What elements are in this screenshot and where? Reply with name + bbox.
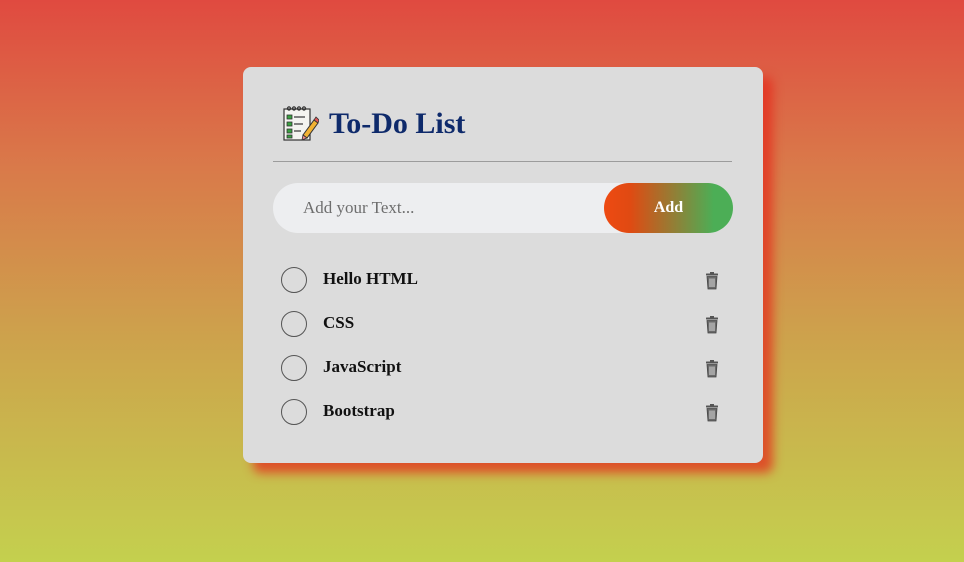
trash-icon[interactable] — [705, 404, 719, 422]
task-list: Hello HTML CSS JavaScript Bootstrap — [281, 267, 727, 443]
task-item: Bootstrap — [281, 399, 727, 443]
todo-card: To-Do List Add Hello HTML CSS — [243, 67, 763, 463]
task-checkbox[interactable] — [281, 355, 307, 381]
trash-icon[interactable] — [705, 316, 719, 334]
trash-icon[interactable] — [705, 360, 719, 378]
notepad-icon — [283, 106, 319, 141]
divider — [273, 161, 732, 162]
task-label[interactable]: Bootstrap — [323, 401, 395, 421]
task-input[interactable] — [273, 183, 613, 233]
task-item: CSS — [281, 311, 727, 355]
task-label[interactable]: Hello HTML — [323, 269, 418, 289]
task-checkbox[interactable] — [281, 399, 307, 425]
page-title: To-Do List — [329, 107, 466, 140]
task-checkbox[interactable] — [281, 311, 307, 337]
task-item: Hello HTML — [281, 267, 727, 311]
task-item: JavaScript — [281, 355, 727, 399]
input-row: Add — [273, 183, 733, 233]
header: To-Do List — [281, 105, 465, 143]
add-button[interactable]: Add — [604, 183, 733, 233]
task-checkbox[interactable] — [281, 267, 307, 293]
task-label[interactable]: CSS — [323, 313, 354, 333]
task-label[interactable]: JavaScript — [323, 357, 401, 377]
trash-icon[interactable] — [705, 272, 719, 290]
